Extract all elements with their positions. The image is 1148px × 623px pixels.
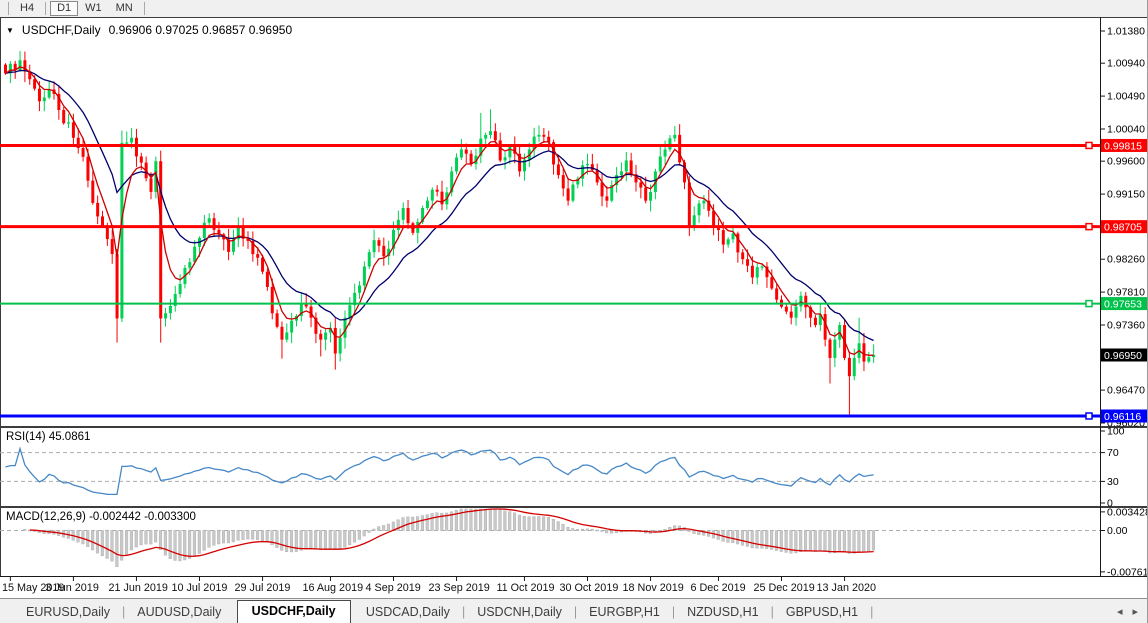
macd-label: MACD(12,26,9) -0.002442 -0.003300 [6, 511, 196, 523]
date-label: 3 Jun 2019 [45, 582, 98, 594]
svg-text:0.98705: 0.98705 [1104, 221, 1142, 233]
date-axis-canvas: 15 May 20193 Jun 201921 Jun 201910 Jul 2… [0, 577, 1148, 598]
timeframe-button-d1[interactable]: D1 [50, 1, 78, 16]
chart-tab-nzdusd[interactable]: NZDUSD,H1 [675, 602, 771, 623]
svg-text:0.96950: 0.96950 [1104, 350, 1142, 362]
macd-panel: 0.003428 0.00 -0.007615 MACD(12,26,9) -0.0… [0, 507, 1148, 577]
chart-tab-usdchf[interactable]: USDCHF,Daily [237, 600, 351, 623]
chart-tab-eurgbp[interactable]: EURGBP,H1 [577, 602, 672, 623]
svg-text:0.003428: 0.003428 [1107, 507, 1148, 518]
chart-tab-eurusd[interactable]: EURUSD,Daily [14, 602, 122, 623]
svg-text:0.99600: 0.99600 [1107, 156, 1145, 168]
date-label: 6 Dec 2019 [690, 582, 745, 594]
timeframe-button-mn[interactable]: MN [109, 1, 140, 16]
tab-scroll-left-icon[interactable]: ◂ [1117, 605, 1123, 618]
date-label: 16 Aug 2019 [302, 582, 363, 594]
svg-text:1.00040: 1.00040 [1107, 124, 1145, 136]
chart-tab-gbpusd[interactable]: GBPUSD,H1 [774, 602, 870, 623]
chart-tab-audusd[interactable]: AUDUSD,Daily [125, 602, 233, 623]
rsi-panel: 100 70 30 0 RSI(14) 45.0861 [0, 427, 1148, 507]
ma-fast-line [6, 67, 874, 355]
level-anchor-handle [1086, 413, 1092, 419]
date-label: 18 Nov 2019 [623, 582, 684, 594]
level-anchor-handle [1086, 142, 1092, 148]
trading-terminal-window: H4 D1W1MN 1.01380 1.00940 1.00490 1.00040 0.9… [0, 0, 1148, 623]
svg-text:0.98260: 0.98260 [1107, 254, 1145, 266]
price-chart-panel: 1.01380 1.00940 1.00490 1.00040 0.99600 0.991… [0, 17, 1148, 427]
rsi-label: RSI(14) 45.0861 [6, 431, 90, 443]
svg-text:0.97653: 0.97653 [1104, 298, 1142, 310]
date-label: 10 Jul 2019 [172, 582, 228, 594]
svg-text:1.00940: 1.00940 [1107, 58, 1145, 70]
level-anchor-handle [1086, 301, 1092, 307]
svg-text:0.99150: 0.99150 [1107, 189, 1145, 201]
timeframe-button-w1[interactable]: W1 [78, 1, 109, 16]
chart-ohlc-values: 0.96906 0.97025 0.96857 0.96950 [109, 23, 293, 37]
svg-text:0.00: 0.00 [1107, 525, 1128, 537]
tab-separator: | [870, 602, 873, 623]
svg-text:1.00490: 1.00490 [1107, 91, 1145, 103]
chart-tab-usdcnh[interactable]: USDCNH,Daily [465, 602, 574, 623]
svg-text:0.99815: 0.99815 [1104, 140, 1142, 152]
svg-text:70: 70 [1107, 447, 1119, 459]
ma-slow-line [6, 71, 874, 341]
rsi-canvas[interactable]: 100 70 30 0 [0, 427, 1148, 507]
date-label: 11 Oct 2019 [496, 582, 554, 594]
level-anchor-handle [1086, 224, 1092, 230]
timeframe-toolbar: H4 D1W1MN [0, 0, 1148, 18]
date-label: 29 Jul 2019 [235, 582, 291, 594]
svg-text:100: 100 [1107, 427, 1125, 438]
candles-layer [4, 51, 875, 416]
date-label: 4 Sep 2019 [366, 582, 421, 594]
chart-header: ▼ USDCHF,Daily 0.96906 0.97025 0.96857 0… [6, 23, 292, 37]
svg-text:0.97360: 0.97360 [1107, 320, 1145, 332]
svg-text:0.96116: 0.96116 [1104, 411, 1141, 423]
date-label: 21 Jun 2019 [108, 582, 167, 594]
rsi-line [6, 449, 874, 495]
svg-text:0.97810: 0.97810 [1107, 287, 1145, 299]
svg-text:0.96470: 0.96470 [1107, 385, 1145, 397]
timeframe-button-h4[interactable]: H4 [13, 1, 41, 16]
chart-tab-usdcad[interactable]: USDCAD,Daily [354, 602, 462, 623]
date-label: 13 Jan 2020 [817, 582, 876, 594]
tab-scroll-right-icon[interactable]: ▸ [1132, 605, 1138, 618]
date-label: 23 Sep 2019 [429, 582, 490, 594]
date-label: 30 Oct 2019 [560, 582, 619, 594]
svg-text:-0.007615: -0.007615 [1107, 566, 1148, 577]
svg-text:0: 0 [1107, 498, 1113, 508]
chart-tab-bar: EURUSD,Daily|AUDUSD,Daily|USDCHF,Daily|U… [0, 598, 1148, 623]
date-axis: 15 May 20193 Jun 201921 Jun 201910 Jul 2… [0, 577, 1148, 598]
date-label: 25 Dec 2019 [754, 582, 815, 594]
svg-text:30: 30 [1107, 476, 1119, 488]
svg-text:1.01380: 1.01380 [1107, 26, 1145, 38]
price-chart-canvas[interactable]: 1.01380 1.00940 1.00490 1.00040 0.99600 0.991… [0, 17, 1148, 427]
symbol-dropdown-icon[interactable]: ▼ [6, 26, 14, 35]
chart-symbol-label: USDCHF,Daily [22, 23, 101, 37]
